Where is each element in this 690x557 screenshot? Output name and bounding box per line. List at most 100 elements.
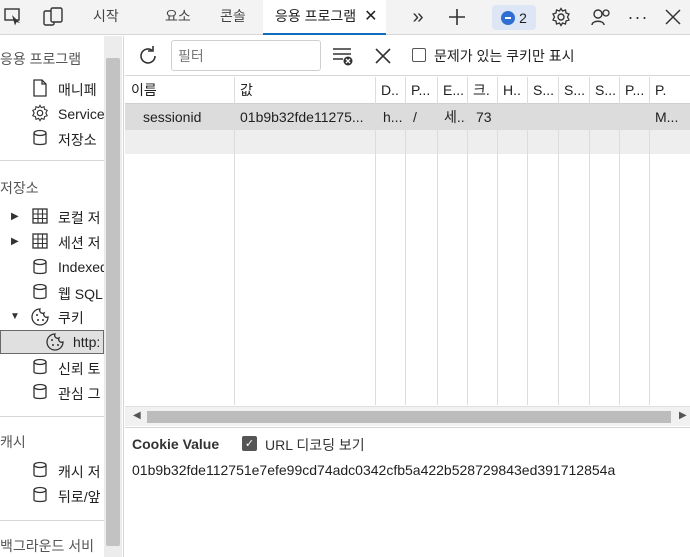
tab-welcome[interactable]: 시작 [93, 0, 119, 34]
more-options-icon[interactable]: ··· [625, 4, 651, 30]
delete-all-cookies-icon[interactable] [373, 46, 393, 66]
settings-gear-icon[interactable] [548, 4, 574, 30]
column-header-size[interactable]: 크. [467, 77, 497, 103]
column-header-httponly[interactable]: H.. [497, 77, 527, 103]
column-divider[interactable] [619, 77, 620, 405]
cell-priority[interactable]: M... [655, 104, 689, 130]
column-header-partition-key[interactable]: P... [619, 77, 649, 103]
cookie-icon [31, 308, 49, 326]
cell-name[interactable]: sessionid [143, 104, 233, 130]
table-row-empty [125, 130, 690, 154]
expand-arrow-icon[interactable]: ▶ [11, 211, 19, 222]
sidebar-item-interest-groups[interactable]: 관심 그 [58, 384, 101, 404]
devtools-tabbar: 시작 요소 콘솔 응용 프로그램 ✕ » 2 ··· [0, 0, 690, 35]
sidebar-scrollbar-thumb[interactable] [106, 58, 120, 546]
sidebar-item-cache-storage[interactable]: 캐시 저 [58, 462, 101, 482]
tab-elements[interactable]: 요소 [165, 0, 191, 34]
url-decode-checkbox[interactable]: ✓ [242, 436, 257, 451]
cell-expires[interactable]: 세... [444, 104, 466, 130]
column-header-samesite[interactable]: S... [558, 77, 589, 103]
show-issues-only-checkbox[interactable] [412, 48, 426, 62]
column-header-sameparty[interactable]: S... [589, 77, 619, 103]
column-header-expires[interactable]: E... [437, 77, 467, 103]
column-header-priority[interactable]: P. [649, 77, 690, 103]
sidebar-section-application: 응용 프로그램 [0, 51, 82, 67]
show-issues-only-label[interactable]: 문제가 있는 쿠키만 표시 [434, 46, 574, 66]
tab-console[interactable]: 콘솔 [220, 0, 246, 34]
table-horizontal-scrollbar[interactable]: ◀ ▶ [125, 406, 690, 426]
column-divider[interactable] [437, 77, 438, 405]
sidebar-item-session-storage[interactable]: 세션 저 [58, 233, 101, 253]
database-icon [33, 258, 47, 275]
column-header-name[interactable]: 이름 [125, 77, 234, 103]
cookies-table: 이름 값 D.. P... E... 크. H.. S... S... S...… [125, 77, 690, 405]
sidebar-divider [0, 416, 104, 417]
cell-domain[interactable]: h... [383, 104, 405, 130]
tab-application-label: 응용 프로그램 [275, 8, 357, 24]
sidebar-item-cookies[interactable]: 쿠키 [58, 308, 84, 328]
database-icon [33, 129, 47, 146]
more-tabs-icon[interactable]: » [405, 4, 431, 30]
database-icon [33, 383, 47, 400]
tab-application[interactable]: 응용 프로그램 ✕ [263, 0, 386, 35]
sidebar-item-indexeddb[interactable]: Indexed [58, 259, 108, 275]
cell-path[interactable]: / [413, 104, 435, 130]
sidebar-item-cookie-origin-label: http: [73, 334, 101, 350]
scroll-left-arrow-icon[interactable]: ◀ [133, 410, 141, 421]
column-header-path[interactable]: P... [405, 77, 437, 103]
cookie-value-text[interactable]: 01b9b32fde112751e7efe99cd74adc0342cfb5a4… [132, 462, 615, 478]
file-icon [33, 79, 47, 97]
feedback-icon[interactable] [588, 4, 614, 30]
sidebar-item-web-sql[interactable]: 웹 SQL [58, 284, 103, 304]
cell-size[interactable]: 73 [476, 104, 496, 130]
grid-icon [32, 208, 48, 224]
column-divider[interactable] [234, 77, 235, 405]
expand-arrow-icon[interactable]: ▶ [11, 236, 19, 247]
database-icon [33, 461, 47, 478]
device-emulation-icon[interactable] [40, 4, 66, 30]
column-header-value[interactable]: 값 [234, 77, 375, 103]
column-header-domain[interactable]: D.. [375, 77, 405, 103]
clear-filtered-cookies-icon[interactable] [331, 45, 355, 67]
column-divider[interactable] [375, 77, 376, 405]
column-divider[interactable] [589, 77, 590, 405]
collapse-arrow-icon[interactable]: ▼ [10, 311, 20, 322]
column-divider[interactable] [527, 77, 528, 405]
sidebar-section-cache: 캐시 [0, 434, 26, 450]
issues-icon [501, 10, 516, 25]
sidebar-item-manifest[interactable]: 매니페 [58, 80, 97, 100]
sidebar-section-background-services: 백그라운드 서비 [0, 538, 95, 554]
add-tab-icon[interactable] [444, 4, 470, 30]
cookie-icon [46, 333, 64, 351]
cell-value[interactable]: 01b9b32fde11275... [240, 104, 374, 130]
column-divider[interactable] [497, 77, 498, 405]
column-divider[interactable] [405, 77, 406, 405]
database-icon [33, 283, 47, 300]
inspect-element-icon[interactable] [0, 4, 26, 30]
database-icon [33, 486, 47, 503]
cookie-value-title: Cookie Value [132, 436, 220, 452]
sidebar-divider [0, 520, 104, 521]
sidebar-item-storage-overview[interactable]: 저장소 [58, 130, 97, 150]
grid-icon [32, 233, 48, 249]
column-header-secure[interactable]: S... [527, 77, 558, 103]
sidebar-item-trust-tokens[interactable]: 신뢰 토 [58, 359, 101, 379]
refresh-icon[interactable] [136, 44, 160, 68]
column-divider[interactable] [467, 77, 468, 405]
close-devtools-icon[interactable] [660, 4, 686, 30]
sidebar-item-cookie-origin[interactable]: http: [0, 330, 104, 354]
sidebar-divider [0, 160, 104, 161]
issues-badge[interactable]: 2 [492, 5, 536, 30]
url-decode-label[interactable]: URL 디코딩 보기 [265, 435, 365, 455]
cookie-value-pane: Cookie Value ✓ URL 디코딩 보기 01b9b32fde1127… [125, 427, 690, 557]
sidebar-item-local-storage[interactable]: 로컬 저 [58, 208, 101, 228]
sidebar-item-back-forward-cache[interactable]: 뒤로/앞 [58, 487, 101, 507]
database-icon [33, 358, 47, 375]
column-divider[interactable] [649, 77, 650, 405]
filter-input[interactable] [171, 40, 321, 71]
horizontal-scrollbar-thumb[interactable] [147, 411, 671, 423]
scroll-right-arrow-icon[interactable]: ▶ [679, 410, 687, 421]
sidebar-item-service-workers[interactable]: Service [58, 106, 105, 122]
column-divider[interactable] [558, 77, 559, 405]
close-tab-icon[interactable]: ✕ [364, 0, 377, 33]
